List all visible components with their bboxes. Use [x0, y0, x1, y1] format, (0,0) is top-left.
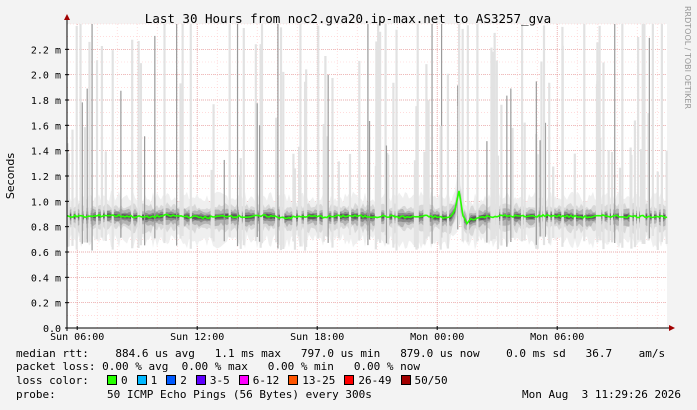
loss-color-swatch [166, 375, 177, 385]
y-tick-label: 1.0 m [31, 197, 61, 208]
packet-loss-avg: 0.00 % avg [102, 360, 169, 373]
y-tick-label: 1.2 m [31, 172, 61, 183]
loss-color-item-label: 13-25 [302, 374, 336, 387]
loss-color-label: loss color: [16, 374, 89, 387]
median-rtt-avg: 884.6 us avg [115, 347, 195, 360]
packet-loss-label: packet loss: [16, 360, 96, 373]
y-tick-label: 2.2 m [31, 45, 61, 56]
chart-title: Last 30 Hours from noc2.gva20.ip-max.net… [145, 11, 551, 26]
loss-color-items: 0 1 2 3-5 6-12 13-25 26-49 50/50 [107, 374, 457, 387]
loss-color-item-label: 1 [150, 374, 158, 387]
legend-probe: probe: 50 ICMP Echo Pings (56 Bytes) ever… [16, 388, 681, 401]
loss-color-item-label: 0 [121, 374, 128, 387]
y-tick-label: 0.8 m [31, 223, 61, 234]
median-rtt-sd: 0.0 ms sd [506, 347, 566, 360]
loss-color-swatch [288, 375, 299, 385]
y-axis-label: Seconds [4, 153, 17, 199]
y-tick-label: 1.4 m [31, 147, 61, 158]
loss-color-item: 26-49 [344, 374, 392, 387]
watermark: RRDTOOL / TOBI OETIKER [683, 6, 692, 109]
x-tick-labels: Sun 06:00 Sun 12:00 Sun 18:00 Mon 00:00 Mon … [50, 332, 584, 340]
packet-loss-max: 0.00 % max [181, 360, 248, 373]
loss-color-swatch [195, 375, 206, 385]
y-tick-label: 0.6 m [31, 248, 61, 259]
x-tick-label: Sun 12:00 [170, 332, 224, 340]
loss-color-item-label: 50/50 [414, 374, 448, 387]
y-tick-label: 1.6 m [31, 121, 61, 132]
smokeping-graph: 0.0 0.2 m 0.4 m 0.6 m 0.8 m 1.0 m 1.2 m 1.4 m 1.… [0, 0, 697, 410]
y-tick-label: 2.0 m [31, 71, 61, 82]
y-axis-arrow [64, 14, 70, 20]
y-tick-labels: 0.00.2 m0.4 m0.6 m0.8 m1.0 m1.2 m1.4 m1.… [31, 45, 61, 335]
median-rtt-ams: 36.7 [585, 347, 613, 360]
loss-color-item: 0 [107, 374, 128, 387]
legend-median-rtt: median rtt: 884.6 us avg 1.1 ms max 797.… [16, 347, 665, 360]
loss-color-item-label: 26-49 [358, 374, 392, 387]
y-tick-label: 0.4 m [31, 273, 61, 284]
median-rtt-max: 1.1 ms max [214, 347, 281, 360]
y-tick-label: 1.8 m [31, 96, 61, 107]
loss-color-item: 3-5 [195, 374, 230, 387]
probe-description: 50 ICMP Echo Pings (56 Bytes) every 300s [107, 388, 372, 401]
legend-loss-color: loss color: 0 1 2 3-5 6-12 13-25 26-49 50/50 [16, 374, 457, 387]
packet-loss-now: 0.00 % now [353, 360, 421, 373]
x-tick-label: Mon 06:00 [530, 332, 584, 340]
probe-label: probe: [16, 388, 56, 401]
loss-color-swatch [238, 375, 249, 385]
x-tick-label: Sun 06:00 [50, 332, 104, 340]
loss-color-item: 2 [166, 374, 187, 387]
median-rtt-label: median rtt: [16, 347, 89, 360]
loss-color-swatch [400, 375, 411, 385]
loss-color-item-label: 2 [180, 374, 187, 387]
loss-color-item-label: 3-5 [209, 374, 230, 387]
loss-color-swatch [344, 375, 355, 385]
loss-color-item: 50/50 [400, 374, 448, 387]
legend-packet-loss: packet loss: 0.00 % avg 0.00 % max 0.00 … [16, 360, 420, 373]
x-axis-arrow [669, 325, 675, 331]
x-tick-label: Sun 18:00 [290, 332, 344, 340]
median-rtt-min: 797.0 us min [300, 347, 381, 360]
y-tick-label: 0.2 m [31, 299, 61, 310]
loss-color-item-label: 6-12 [252, 374, 280, 387]
loss-color-swatch [136, 375, 147, 385]
loss-color-item: 1 [136, 374, 158, 387]
median-rtt-ams-unit: am/s [638, 347, 666, 360]
loss-color-item: 6-12 [238, 374, 280, 387]
loss-color-swatch [107, 375, 117, 385]
x-tick-label: Mon 00:00 [410, 332, 464, 340]
loss-color-item: 13-25 [288, 374, 335, 387]
median-rtt-now: 879.0 us now [400, 347, 480, 360]
chart: 0.00.2 m0.4 m0.6 m0.8 m1.0 m1.2 m1.4 m1.… [4, 6, 692, 340]
packet-loss-min: 0.00 % min [267, 360, 334, 373]
timestamp: Mon Aug 3 11:29:26 2026 [522, 388, 681, 401]
